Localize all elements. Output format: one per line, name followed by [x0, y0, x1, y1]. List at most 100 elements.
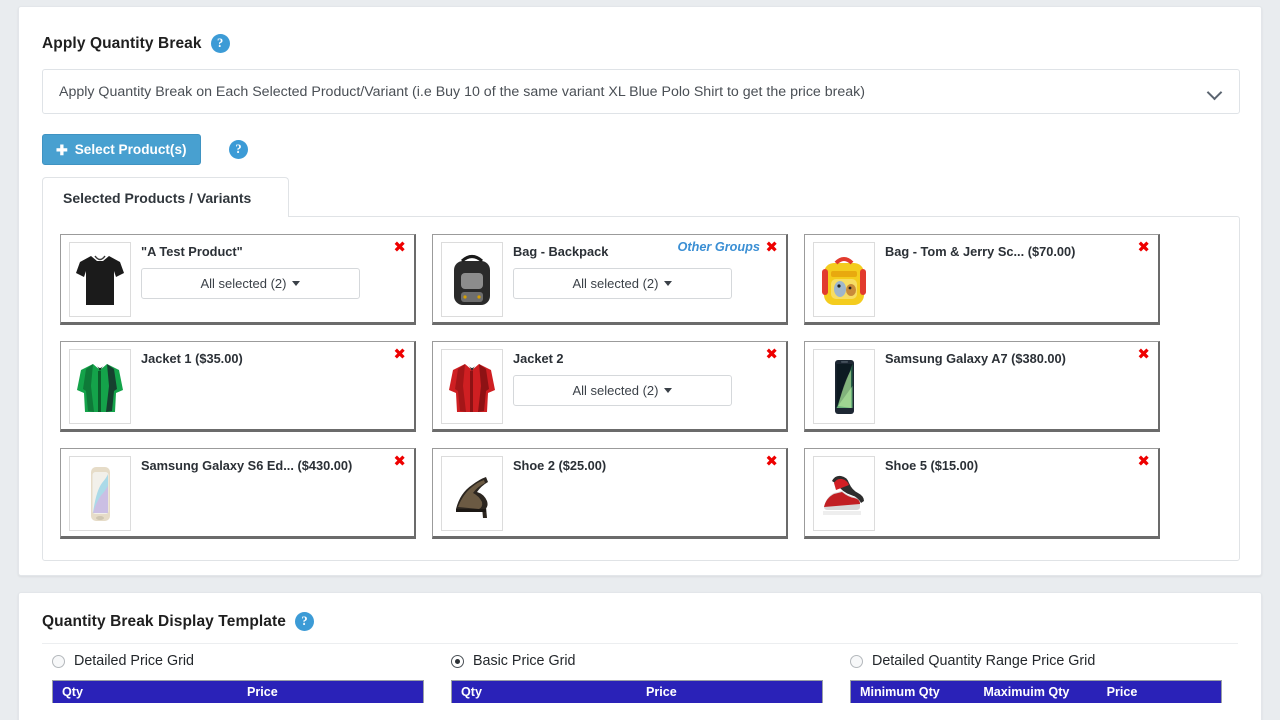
product-name: Samsung Galaxy A7 ($380.00) [885, 351, 1066, 366]
red-x-remove-icon[interactable]: ✖ [1137, 454, 1150, 469]
variant-select[interactable]: All selected (2) [141, 267, 360, 299]
product-card-body: Samsung Galaxy S6 Ed... ($430.00) [131, 456, 406, 475]
red-x-remove-icon[interactable]: ✖ [765, 240, 778, 255]
product-card-body: Shoe 5 ($15.00) [875, 456, 1150, 475]
price-grid-preview: Qty Price [451, 680, 823, 703]
divider [42, 643, 1238, 644]
red-x-remove-icon[interactable]: ✖ [1137, 240, 1150, 255]
black-tshirt-thumbnail [69, 242, 131, 317]
display-template-options: Detailed Price Grid Qty Price Basic Price G… [42, 653, 1240, 703]
variant-select-label: All selected (2) [200, 275, 287, 291]
red-jacket-thumbnail [441, 349, 503, 424]
quantity-break-display-template-panel: Quantity Break Display Template ? Detail… [18, 592, 1262, 720]
green-jacket-thumbnail [69, 349, 131, 424]
price-grid-column-header: Maximuim Qty [983, 685, 1070, 699]
product-card-body: "A Test Product" All selected (2) [131, 242, 406, 299]
variant-select-label: All selected (2) [572, 275, 659, 291]
product-card-body: Jacket 1 ($35.00) [131, 349, 406, 368]
product-card: Bag - Tom & Jerry Sc... ($70.00) ✖ [804, 234, 1160, 325]
product-card: Samsung Galaxy S6 Ed... ($430.00) ✖ [60, 448, 416, 539]
red-x-remove-icon[interactable]: ✖ [765, 347, 778, 362]
page-title: Apply Quantity Break [42, 34, 202, 52]
yellow-kids-backpack-thumbnail [813, 242, 875, 317]
price-grid-column-header: Qty [461, 685, 482, 699]
red-sneakers-thumbnail [813, 456, 875, 531]
price-grid-header-row: Qty Price [53, 681, 423, 703]
variant-select-label: All selected (2) [572, 382, 659, 398]
black-high-heel-shoe-thumbnail [441, 456, 503, 531]
select-products-help-icon[interactable]: ? [229, 140, 248, 159]
select-products-button-label: Select Product(s) [74, 142, 187, 157]
caret-down-icon [664, 387, 673, 393]
other-groups-link[interactable]: Other Groups [678, 240, 760, 254]
radio-button[interactable] [850, 654, 863, 668]
radio-button[interactable] [451, 654, 464, 668]
product-card-body: Shoe 2 ($25.00) [503, 456, 778, 475]
red-x-remove-icon[interactable]: ✖ [1137, 347, 1150, 362]
template-option-label: Detailed Quantity Range Price Grid [872, 653, 1096, 669]
template-option: Basic Price Grid Qty Price [441, 653, 840, 703]
product-card-grid: "A Test Product" All selected (2) ✖ Bag - B… [60, 234, 1224, 539]
price-grid-preview: Qty Price [52, 680, 424, 703]
section-title: Quantity Break Display Template [42, 612, 287, 630]
product-card-body: Bag - Tom & Jerry Sc... ($70.00) [875, 242, 1150, 261]
product-card: Jacket 1 ($35.00) ✖ [60, 341, 416, 432]
tab-selected-products-variants[interactable]: Selected Products / Variants [42, 177, 289, 217]
page-root: Apply Quantity Break ? Apply Quantity Br… [0, 0, 1280, 720]
template-option: Detailed Price Grid Qty Price [42, 653, 441, 703]
template-radio-line[interactable]: Basic Price Grid [441, 653, 840, 669]
quantity-break-display-template-heading: Quantity Break Display Template ? [42, 612, 315, 631]
template-option: Detailed Quantity Range Price Grid Minimu… [840, 653, 1239, 703]
product-card-body: Jacket 2 All selected (2) [503, 349, 778, 406]
template-option-label: Basic Price Grid [473, 653, 576, 669]
apply-quantity-break-select-value: Apply Quantity Break on Each Selected Pr… [59, 83, 865, 100]
product-card: Bag - Backpack All selected (2) Other Grou… [432, 234, 788, 325]
question-help-icon[interactable]: ? [295, 612, 315, 631]
price-grid-column-header: Price [247, 685, 278, 699]
plus-icon: ✚ [56, 141, 68, 158]
tab-label: Selected Products / Variants [63, 189, 252, 206]
product-card: Shoe 2 ($25.00) ✖ [432, 448, 788, 539]
price-grid-preview: Minimum Qty Maximuim Qty Price [850, 680, 1222, 703]
red-x-remove-icon[interactable]: ✖ [393, 240, 406, 255]
template-option-label: Detailed Price Grid [74, 653, 194, 669]
samsung-galaxy-s6-edge-phone-thumbnail [69, 456, 131, 531]
samsung-galaxy-a7-phone-thumbnail [813, 349, 875, 424]
product-name: Jacket 1 ($35.00) [141, 351, 243, 366]
caret-down-icon [292, 280, 301, 286]
apply-quantity-break-panel: Apply Quantity Break ? Apply Quantity Br… [18, 6, 1262, 576]
select-products-button[interactable]: ✚ Select Product(s) [42, 134, 201, 165]
product-card: Jacket 2 All selected (2) ✖ [432, 341, 788, 432]
price-grid-header-row: Minimum Qty Maximuim Qty Price [851, 681, 1221, 703]
product-card-body: Samsung Galaxy A7 ($380.00) [875, 349, 1150, 368]
price-grid-header-row: Qty Price [452, 681, 822, 703]
chevron-down-icon [1207, 84, 1223, 100]
selected-products-panel: "A Test Product" All selected (2) ✖ Bag - B… [42, 216, 1240, 561]
red-x-remove-icon[interactable]: ✖ [393, 454, 406, 469]
product-card: "A Test Product" All selected (2) ✖ [60, 234, 416, 325]
product-name: Bag - Tom & Jerry Sc... ($70.00) [885, 244, 1076, 259]
red-x-remove-icon[interactable]: ✖ [765, 454, 778, 469]
radio-button[interactable] [52, 654, 65, 668]
black-backpack-thumbnail [441, 242, 503, 317]
variant-select[interactable]: All selected (2) [513, 267, 732, 299]
price-grid-column-header: Price [1106, 685, 1138, 699]
product-name: Samsung Galaxy S6 Ed... ($430.00) [141, 458, 353, 473]
caret-down-icon [664, 280, 673, 286]
product-card: Samsung Galaxy A7 ($380.00) ✖ [804, 341, 1160, 432]
price-grid-column-header: Qty [62, 685, 83, 699]
product-name: Jacket 2 [513, 351, 564, 366]
red-x-remove-icon[interactable]: ✖ [393, 347, 406, 362]
product-card: Shoe 5 ($15.00) ✖ [804, 448, 1160, 539]
price-grid-column-header: Minimum Qty [860, 685, 940, 699]
apply-quantity-break-select[interactable]: Apply Quantity Break on Each Selected Pr… [42, 69, 1240, 114]
product-name: Shoe 2 ($25.00) [513, 458, 607, 473]
price-grid-column-header: Price [646, 685, 677, 699]
template-radio-line[interactable]: Detailed Quantity Range Price Grid [840, 653, 1239, 669]
product-name: Shoe 5 ($15.00) [885, 458, 979, 473]
apply-quantity-break-heading: Apply Quantity Break ? [42, 34, 230, 53]
product-name: "A Test Product" [141, 244, 243, 259]
variant-select[interactable]: All selected (2) [513, 374, 732, 406]
template-radio-line[interactable]: Detailed Price Grid [42, 653, 441, 669]
question-help-icon[interactable]: ? [210, 34, 230, 53]
